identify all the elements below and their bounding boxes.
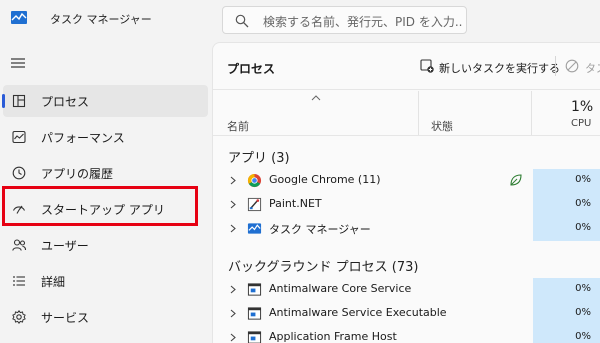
service-window-icon [247,307,262,320]
sidebar-item-processes[interactable]: プロセス [2,85,208,117]
column-header-cpu[interactable]: CPU [571,118,591,129]
sidebar-item-label: アプリの履歴 [41,167,114,181]
chevron-right-icon[interactable] [230,333,236,342]
header-separator [213,135,600,136]
cpu-cell: 0% [533,302,600,326]
users-icon [12,239,27,251]
chevron-right-icon[interactable] [230,309,236,318]
cpu-cell: 0% [533,193,600,217]
sidebar-item-services[interactable]: サービス [3,301,208,333]
hamburger-menu-icon[interactable] [9,56,27,70]
table-row[interactable]: タスク マネージャー 0% [213,217,600,241]
end-task-icon[interactable] [565,59,579,73]
sidebar-item-label: ユーザー [41,239,89,253]
sidebar-item-label: 詳細 [41,275,66,289]
cpu-total-percent: 1% [571,99,594,115]
cpu-cell: 0% [533,278,600,302]
sort-ascending-icon[interactable] [311,95,321,101]
process-name: Antimalware Core Service [269,282,412,295]
sidebar-item-label: プロセス [41,95,90,109]
table-row[interactable]: Google Chrome (11) 0% [213,169,600,193]
history-icon [12,166,26,180]
title-bar: タスク マネージャー 検索する名前、発行元、PID を入力... [0,0,600,42]
active-indicator [2,94,5,108]
chevron-right-icon[interactable] [230,224,236,233]
processes-icon [12,94,26,108]
sidebar-item-app-history[interactable]: アプリの履歴 [3,157,208,189]
chevron-right-icon[interactable] [230,176,236,185]
services-icon [12,309,26,325]
cpu-cell: 0% [533,169,600,193]
processes-panel: プロセス 新しいタスクを実行する タス 名前 状態 1% CPU アプリ (3) [212,42,600,343]
table-row[interactable]: Application Frame Host 0% [213,326,600,343]
process-name: タスク マネージャー [269,223,371,236]
column-separator[interactable] [418,91,419,135]
details-icon [13,276,25,286]
service-window-icon [247,331,262,343]
search-placeholder: 検索する名前、発行元、PID を入力... [263,15,463,29]
service-window-icon [247,283,262,296]
end-task-button[interactable]: タス [585,60,600,76]
toolbar-separator [213,89,600,90]
column-separator[interactable] [531,91,532,135]
group-header-background: バックグラウンド プロセス (73) [228,260,419,275]
process-name: Application Frame Host [269,330,397,343]
sidebar-item-details[interactable]: 詳細 [3,265,208,297]
page-title: プロセス [227,62,276,76]
column-header-status[interactable]: 状態 [431,118,453,134]
task-manager-icon [247,223,262,234]
table-row[interactable]: Paint.NET 0% [213,193,600,217]
chevron-right-icon[interactable] [230,200,236,209]
toolbar-divider [555,56,556,76]
group-header-apps: アプリ (3) [228,151,290,166]
process-name: Antimalware Service Executable [269,306,447,319]
chrome-icon [247,173,262,188]
app-title: タスク マネージャー [50,13,152,26]
cpu-cell: 0% [533,217,600,241]
column-header-name[interactable]: 名前 [227,118,249,134]
process-name: Google Chrome (11) [269,173,381,186]
efficiency-leaf-icon [510,174,522,186]
sidebar-item-users[interactable]: ユーザー [3,229,208,261]
chevron-right-icon[interactable] [230,285,236,294]
performance-icon [12,130,26,144]
sidebar-item-label: パフォーマンス [41,131,125,145]
table-row[interactable]: Antimalware Core Service 0% [213,278,600,302]
paintnet-icon [247,197,262,212]
highlight-annotation-box [2,186,198,226]
task-manager-app-icon [11,11,27,24]
process-name: Paint.NET [269,197,322,210]
sidebar-item-performance[interactable]: パフォーマンス [3,121,208,153]
search-input[interactable]: 検索する名前、発行元、PID を入力... [222,6,467,34]
run-task-icon [420,59,434,73]
cpu-cell: 0% [533,326,600,343]
sidebar-item-label: サービス [41,311,90,325]
search-icon [235,14,249,28]
run-task-label: 新しいタスクを実行する [439,62,560,75]
table-row[interactable]: Antimalware Service Executable 0% [213,302,600,326]
